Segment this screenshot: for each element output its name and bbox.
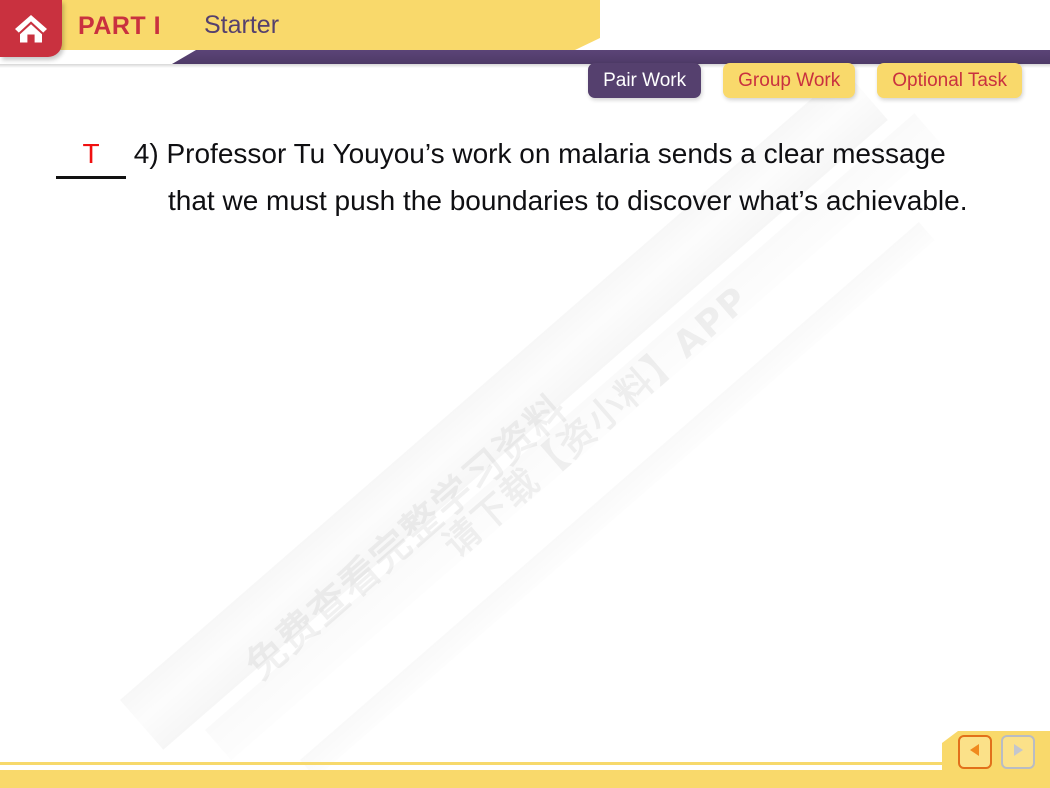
watermark-text-line2: 请下载【资小料】APP xyxy=(435,278,758,566)
watermark-layer: 免费查看完整学习资料 请下载【资小料】APP xyxy=(0,0,1050,788)
previous-slide-button[interactable] xyxy=(957,735,992,769)
next-slide-button[interactable] xyxy=(1000,735,1035,769)
item-number: 4) xyxy=(133,138,159,169)
home-button[interactable] xyxy=(0,0,62,57)
tag-optional-task[interactable]: Optional Task xyxy=(877,63,1022,98)
answer-value: T xyxy=(82,138,100,169)
home-icon xyxy=(14,13,48,44)
main-content: T 4) Professor Tu Youyou’s work on malar… xyxy=(0,132,1050,223)
part-label: PART I xyxy=(78,12,162,40)
navigation-panel xyxy=(942,731,1050,773)
statement-line-2: that we must push the boundaries to disc… xyxy=(168,185,968,216)
watermark-text-line1: 免费查看完整学习资料 xyxy=(237,385,577,689)
header-bar: PART I Starter xyxy=(0,0,1050,68)
watermark-stripe xyxy=(300,222,935,779)
statement-line-1: Professor Tu Youyou’s work on malaria se… xyxy=(166,138,946,169)
section-title: Starter xyxy=(204,11,280,39)
header-purple-band xyxy=(172,50,1050,64)
statement-item: T 4) Professor Tu Youyou’s work on malar… xyxy=(0,132,1050,223)
answer-blank[interactable]: T xyxy=(56,132,126,179)
footer-accent-line xyxy=(0,762,1050,765)
slide-canvas: 免费查看完整学习资料 请下载【资小料】APP PART I Starter Pa… xyxy=(0,0,1050,788)
tag-pair-work[interactable]: Pair Work xyxy=(588,63,702,98)
activity-tag-group: Pair Work Group Work Optional Task xyxy=(588,63,1022,98)
triangle-right-icon xyxy=(1010,742,1026,763)
tag-group-work[interactable]: Group Work xyxy=(723,63,856,98)
triangle-left-icon xyxy=(967,742,983,763)
footer-bar xyxy=(0,770,1050,788)
